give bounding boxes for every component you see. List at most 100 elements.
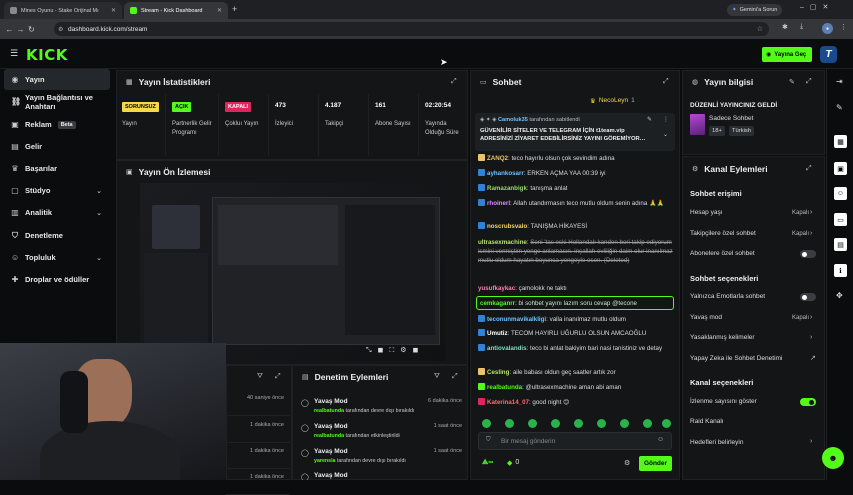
pinned-message[interactable]: ◈ ✦ ◈ Camoluk35 tarafından sabitlendi ✎ …	[475, 113, 675, 151]
sidebar-item-denetleme[interactable]: ⛉ Denetleme	[4, 225, 110, 246]
edit-icon[interactable]: ✎	[789, 78, 795, 86]
expand-icon[interactable]: ⤢	[452, 373, 458, 381]
show-viewers-toggle[interactable]	[800, 398, 816, 406]
forward-icon[interactable]: →	[15, 25, 26, 34]
mod-user[interactable]: realbatunda	[314, 433, 344, 439]
hamburger-menu-icon[interactable]: ☰	[10, 48, 18, 59]
rail-preview-button[interactable]: ▣	[834, 162, 847, 175]
emote-icon[interactable]	[551, 419, 560, 428]
chevron-right-icon[interactable]: ›	[810, 314, 812, 321]
category-thumbnail[interactable]	[690, 114, 705, 135]
gemini-button[interactable]: ✦ Gemini'a Sorun	[727, 4, 783, 16]
expand-icon[interactable]: ⤢	[451, 78, 457, 86]
emote-icon[interactable]	[620, 419, 629, 428]
chevron-right-icon[interactable]: ›	[810, 209, 812, 216]
expand-icon[interactable]: ⤢	[806, 165, 812, 173]
close-tab-icon[interactable]: ✕	[217, 7, 222, 14]
chat-username[interactable]: ultrasexmachine	[478, 239, 527, 246]
subs-only-toggle[interactable]	[800, 250, 816, 258]
chat-username[interactable]: realbatunda	[487, 384, 522, 391]
reload-icon[interactable]: ↻	[26, 25, 37, 34]
emote-icon[interactable]	[574, 419, 583, 428]
expand-icon[interactable]: ⤢	[663, 78, 669, 86]
stream-category[interactable]: Sadece Sohbet	[709, 115, 753, 122]
setting-label[interactable]: Yasaklanmış kelimeler	[690, 334, 755, 341]
sidebar-item-baglanti[interactable]: ⛓ Yayın Bağlantısı ve Anahtarı	[4, 91, 110, 112]
setting-label[interactable]: Yapay Zeka ile Sohbet Denetimi	[690, 355, 782, 362]
chat-username[interactable]: teconunmavikalkligi	[487, 316, 546, 323]
expand-icon[interactable]: ⤢	[806, 78, 812, 86]
chat-username[interactable]: cemkaganrr	[480, 300, 515, 307]
sidebar-item-yayin[interactable]: ◉ Yayın	[4, 69, 110, 90]
download-icon[interactable]: ⤓	[800, 23, 803, 31]
chevron-down-icon[interactable]: ⌄	[663, 131, 668, 138]
chat-username[interactable]: Ramazanbigk	[487, 185, 527, 192]
chat-username[interactable]: noscrubsvalo	[487, 223, 527, 230]
back-icon[interactable]: ←	[4, 25, 15, 34]
window-controls[interactable]: –▢✕	[800, 3, 834, 11]
close-tab-icon[interactable]: ✕	[111, 7, 116, 14]
expand-icon[interactable]: ⤢	[275, 373, 281, 381]
support-button[interactable]: ☻	[822, 447, 844, 469]
emoji-icon[interactable]: ☺	[657, 436, 664, 443]
chat-username[interactable]: ZANQ2	[487, 155, 508, 162]
chat-username[interactable]: Katerina14_07	[487, 399, 529, 406]
chat-username[interactable]: yusufkaykac	[478, 285, 515, 292]
setting-label[interactable]: Raid Kanalı	[690, 418, 724, 425]
chevron-right-icon[interactable]: ›	[810, 438, 812, 445]
rail-users-button[interactable]: ☺	[834, 187, 847, 200]
emote-icon[interactable]	[528, 419, 537, 428]
sidebar-item-analitik[interactable]: ▥ Analitik ⌄	[4, 202, 110, 223]
stream-preview-video[interactable]: ⤡◼⛶⚙◼	[140, 183, 445, 361]
profile-avatar-icon[interactable]: ●	[822, 23, 833, 34]
sidebar-item-gelir[interactable]: ▤ Gelir	[4, 136, 110, 157]
address-bar[interactable]: ⚙ dashboard.kick.com/stream ☆	[54, 22, 769, 36]
gear-icon[interactable]: ⚙	[624, 459, 630, 467]
collapse-icon[interactable]: ⇥	[836, 77, 843, 86]
browser-tab-kick[interactable]: Stream - Kick Dashboard ✕	[124, 2, 228, 19]
user-avatar[interactable]: T	[820, 46, 837, 63]
rail-list-button[interactable]: ▤	[834, 238, 847, 251]
send-button[interactable]: Gönder	[639, 456, 672, 471]
top-user[interactable]: NecoLeyn	[599, 97, 628, 105]
bookmark-star-icon[interactable]: ☆	[757, 25, 763, 33]
rail-stats-button[interactable]: ▦	[834, 135, 847, 148]
chat-username[interactable]: rhoinerl	[487, 200, 510, 207]
browser-tab-stake[interactable]: Mines Oyunu - Stake Orijinal Mı ✕	[4, 2, 122, 19]
more-icon[interactable]: ⋮	[663, 116, 669, 123]
extensions-icon[interactable]: ✱	[782, 23, 788, 31]
mod-user[interactable]: yarensla	[314, 458, 336, 464]
rail-chat-button[interactable]: ▭	[834, 213, 847, 226]
preview-controls[interactable]: ⤡◼⛶⚙◼	[366, 346, 424, 355]
chat-username[interactable]: Umutiz	[487, 330, 508, 337]
sidebar-item-topluluk[interactable]: ☺ Topluluk ⌄	[4, 247, 110, 268]
sidebar-item-basarilar[interactable]: ♛ Başarılar	[4, 158, 110, 179]
edit-icon[interactable]: ✎	[836, 103, 843, 112]
rail-info-button[interactable]: ℹ	[834, 264, 847, 277]
unpin-icon[interactable]: ✎	[647, 116, 652, 123]
sidebar-item-studyo[interactable]: ▢ Stüdyo ⌄	[4, 180, 110, 201]
setting-label[interactable]: Yavaş mod	[690, 314, 722, 321]
emote-icon[interactable]	[597, 419, 606, 428]
go-live-button[interactable]: ◉ Yayına Geç	[762, 47, 812, 62]
setting-label[interactable]: Hesap yaşı	[690, 209, 723, 216]
site-info-icon[interactable]: ⚙	[58, 26, 63, 33]
external-link-icon[interactable]: ↗	[810, 354, 816, 362]
new-tab-button[interactable]: +	[232, 4, 237, 14]
chat-username[interactable]: Cesling	[487, 369, 509, 376]
chevron-right-icon[interactable]: ›	[810, 230, 812, 237]
emote-only-toggle[interactable]	[800, 293, 816, 301]
chat-username[interactable]: antiovalandis	[487, 345, 527, 352]
setting-label[interactable]: Hedefleri belirleyin	[690, 439, 743, 446]
emote-icon[interactable]	[643, 419, 652, 428]
setting-label[interactable]: Takipçilere özel sohbet	[690, 230, 756, 237]
emote-icon[interactable]	[505, 419, 514, 428]
emote-icon[interactable]	[482, 419, 491, 428]
pinned-by-user[interactable]: Camoluk35	[498, 117, 528, 123]
mod-user[interactable]: realbatunda	[314, 408, 344, 414]
menu-dots-icon[interactable]: ⋮	[840, 23, 847, 31]
sidebar-item-droplar[interactable]: ✚ Droplar ve ödüller	[4, 269, 110, 290]
chevron-right-icon[interactable]: ›	[810, 334, 812, 341]
emote-icon[interactable]	[662, 419, 671, 428]
chat-username[interactable]: ayhankosarr	[487, 170, 524, 177]
